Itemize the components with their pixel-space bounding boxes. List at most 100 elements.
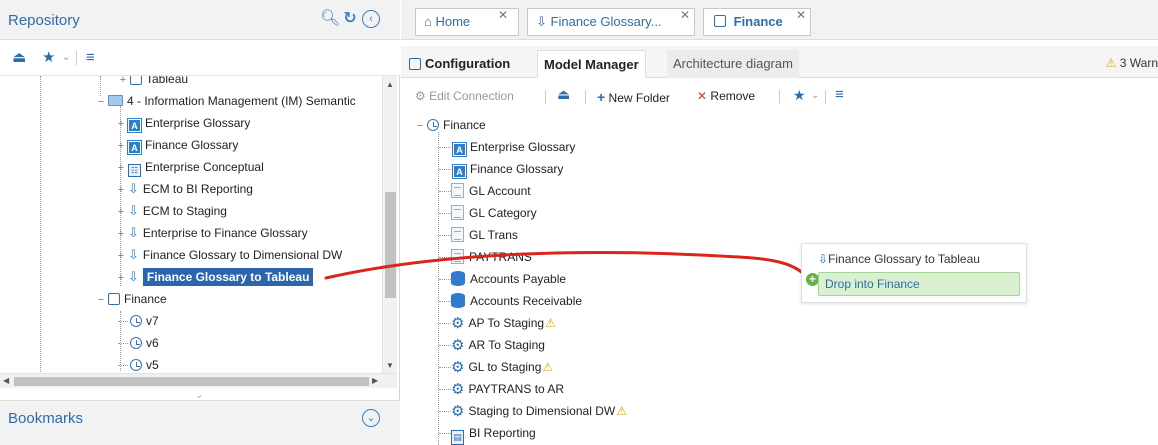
tree-item[interactable]: ⚙ AP To Staging⚠	[439, 312, 556, 334]
tree-item-label: Accounts Payable	[470, 272, 567, 286]
tree-item[interactable]: Accounts Receivable	[439, 290, 582, 312]
expand-panel-icon[interactable]: ⌄	[362, 409, 380, 427]
repository-panel: Repository 🔍︎ ↻ ‹ ⏏ ★ ⌄ ≡ + Tableau − 4 - …	[0, 0, 400, 445]
expand-icon[interactable]: +	[116, 223, 126, 245]
tree-item[interactable]: + ⇩ Enterprise to Finance Glossary	[116, 222, 308, 244]
remove-button[interactable]: ✕ Remove	[697, 89, 755, 103]
tree-item[interactable]: + ⇩ ECM to BI Reporting	[116, 178, 253, 200]
expand-icon[interactable]: +	[116, 135, 126, 157]
close-icon[interactable]: ✕	[796, 2, 806, 28]
expand-icon[interactable]: +	[116, 245, 126, 267]
close-icon[interactable]: ✕	[498, 2, 508, 28]
expand-icon[interactable]: +	[116, 267, 126, 289]
tab-configuration[interactable]: Configuration	[403, 50, 516, 78]
refresh-icon[interactable]: ↻	[341, 10, 359, 28]
collapse-icon[interactable]: −	[415, 115, 425, 137]
edit-connection-button[interactable]: ⚙ Edit Connection	[415, 89, 514, 103]
tab-model-manager[interactable]: Model Manager	[537, 50, 646, 78]
mapping-icon: ⇩	[818, 252, 829, 266]
tab-label: Model Manager	[544, 57, 639, 72]
tree-item[interactable]: ▤ BI Reporting	[439, 422, 536, 445]
drag-item-label: ⇩Finance Glossary to Tableau	[818, 252, 980, 266]
expand-icon[interactable]: +	[116, 157, 126, 179]
tree-item[interactable]: ⚙ PAYTRANS to AR	[439, 378, 564, 400]
tree-item[interactable]: Accounts Payable	[439, 268, 566, 290]
close-icon[interactable]: ✕	[680, 2, 690, 28]
scroll-down-arrow-icon[interactable]: ▼	[386, 361, 394, 370]
new-folder-button[interactable]: + New Folder	[597, 89, 670, 105]
star-icon[interactable]: ★	[793, 87, 806, 104]
scrollbar-thumb[interactable]	[385, 192, 396, 298]
model-manager-toolbar: ⚙ Edit Connection ⏏ + New Folder ✕ Remov…	[401, 82, 1158, 112]
warnings-indicator[interactable]: ⚠ 3 Warn	[1105, 56, 1158, 70]
tree-item[interactable]: − 4 - Information Management (IM) Semanti…	[96, 90, 356, 112]
tree-item[interactable]: − Finance	[96, 288, 167, 310]
tree-guide-line	[439, 411, 451, 413]
scroll-right-arrow-icon[interactable]: ▶	[372, 376, 378, 385]
collapse-panel-icon[interactable]: ‹	[362, 10, 380, 28]
chevron-down-icon[interactable]: ⌄	[811, 90, 819, 101]
scrollbar-thumb[interactable]	[14, 377, 369, 386]
plus-icon: +	[597, 89, 606, 105]
expand-icon[interactable]: +	[116, 201, 126, 223]
tree-item[interactable]: GL Trans	[439, 224, 518, 246]
collapse-icon[interactable]: −	[96, 91, 106, 113]
tree-item-selected[interactable]: + ⇩ Finance Glossary to Tableau	[116, 266, 314, 289]
menu-icon[interactable]: ≡	[86, 49, 95, 67]
tab-finance-glossary[interactable]: ⇩ Finance Glossary... ✕	[527, 8, 695, 36]
vertical-scrollbar[interactable]: ▲ ▼	[382, 76, 397, 373]
tree-item[interactable]: GL Account	[439, 180, 531, 202]
tree-guide-line	[439, 367, 451, 369]
scroll-up-arrow-icon[interactable]: ▲	[386, 80, 394, 89]
bookmarks-header[interactable]: Bookmarks ⌄	[0, 400, 400, 445]
tree-item[interactable]: v5	[118, 354, 159, 372]
tree-item[interactable]: + Tableau	[118, 76, 188, 90]
folder-icon	[108, 95, 123, 106]
tree-item[interactable]: ⚙ Staging to Dimensional DW⚠	[439, 400, 627, 422]
tab-home[interactable]: ⌂ Home ✕	[415, 8, 519, 36]
tree-item[interactable]: + ☷ Enterprise Conceptual	[116, 156, 264, 178]
checkout-icon[interactable]: ⏏	[12, 49, 26, 67]
scroll-left-arrow-icon[interactable]: ◀	[3, 376, 9, 385]
checkout-icon[interactable]: ⏏	[557, 86, 570, 103]
tree-item[interactable]: A Enterprise Glossary	[439, 136, 575, 158]
drop-target[interactable]: Drop into Finance	[818, 272, 1020, 296]
tree-item[interactable]: GL Category	[439, 202, 537, 224]
glossary-icon: A	[128, 141, 141, 154]
tree-item[interactable]: v6	[118, 332, 159, 354]
version-icon	[427, 119, 439, 131]
tree-guide-line	[118, 321, 128, 323]
gear-icon: ⚙	[451, 403, 465, 420]
tree-item-label: BI Reporting	[469, 426, 536, 440]
tab-finance[interactable]: Finance ✕	[703, 8, 811, 36]
version-icon	[130, 315, 142, 327]
tree-item[interactable]: + A Enterprise Glossary	[116, 112, 250, 134]
horizontal-scrollbar[interactable]: ◀ ▶	[0, 373, 397, 388]
expand-icon[interactable]: +	[116, 113, 126, 135]
tree-root[interactable]: − Finance	[415, 114, 486, 136]
star-icon[interactable]: ★	[42, 49, 55, 67]
search-icon[interactable]: 🔍︎	[320, 10, 340, 28]
tree-item[interactable]: + ⇩ Finance Glossary to Dimensional DW	[116, 244, 343, 267]
tab-architecture-diagram[interactable]: Architecture diagram	[667, 50, 799, 78]
expand-icon[interactable]: +	[116, 179, 126, 201]
tree-item-label: Finance	[443, 118, 486, 132]
tree-item[interactable]: PAYTRANS	[439, 246, 532, 268]
table-icon	[451, 183, 464, 198]
bookmarks-title: Bookmarks	[8, 410, 84, 427]
tree-item[interactable]: A Finance Glossary	[439, 158, 563, 180]
collapse-icon[interactable]: −	[96, 289, 106, 311]
tree-item[interactable]: v7	[118, 310, 159, 332]
chevron-down-icon[interactable]: ⌄	[62, 49, 70, 67]
expand-icon[interactable]: +	[118, 76, 128, 91]
menu-icon[interactable]: ≡	[835, 86, 844, 103]
tree-item-label: v6	[146, 336, 159, 350]
tree-item[interactable]: ⚙ AR To Staging	[439, 334, 545, 356]
tree-item[interactable]: ⚙ GL to Staging⚠	[439, 356, 553, 378]
tree-item[interactable]: + A Finance Glossary	[116, 134, 238, 156]
version-icon	[130, 359, 142, 371]
button-label: Remove	[710, 89, 756, 103]
tree-item[interactable]: + ⇩ ECM to Staging	[116, 200, 227, 222]
home-icon: ⌂	[424, 14, 432, 29]
glossary-icon: A	[453, 143, 466, 156]
